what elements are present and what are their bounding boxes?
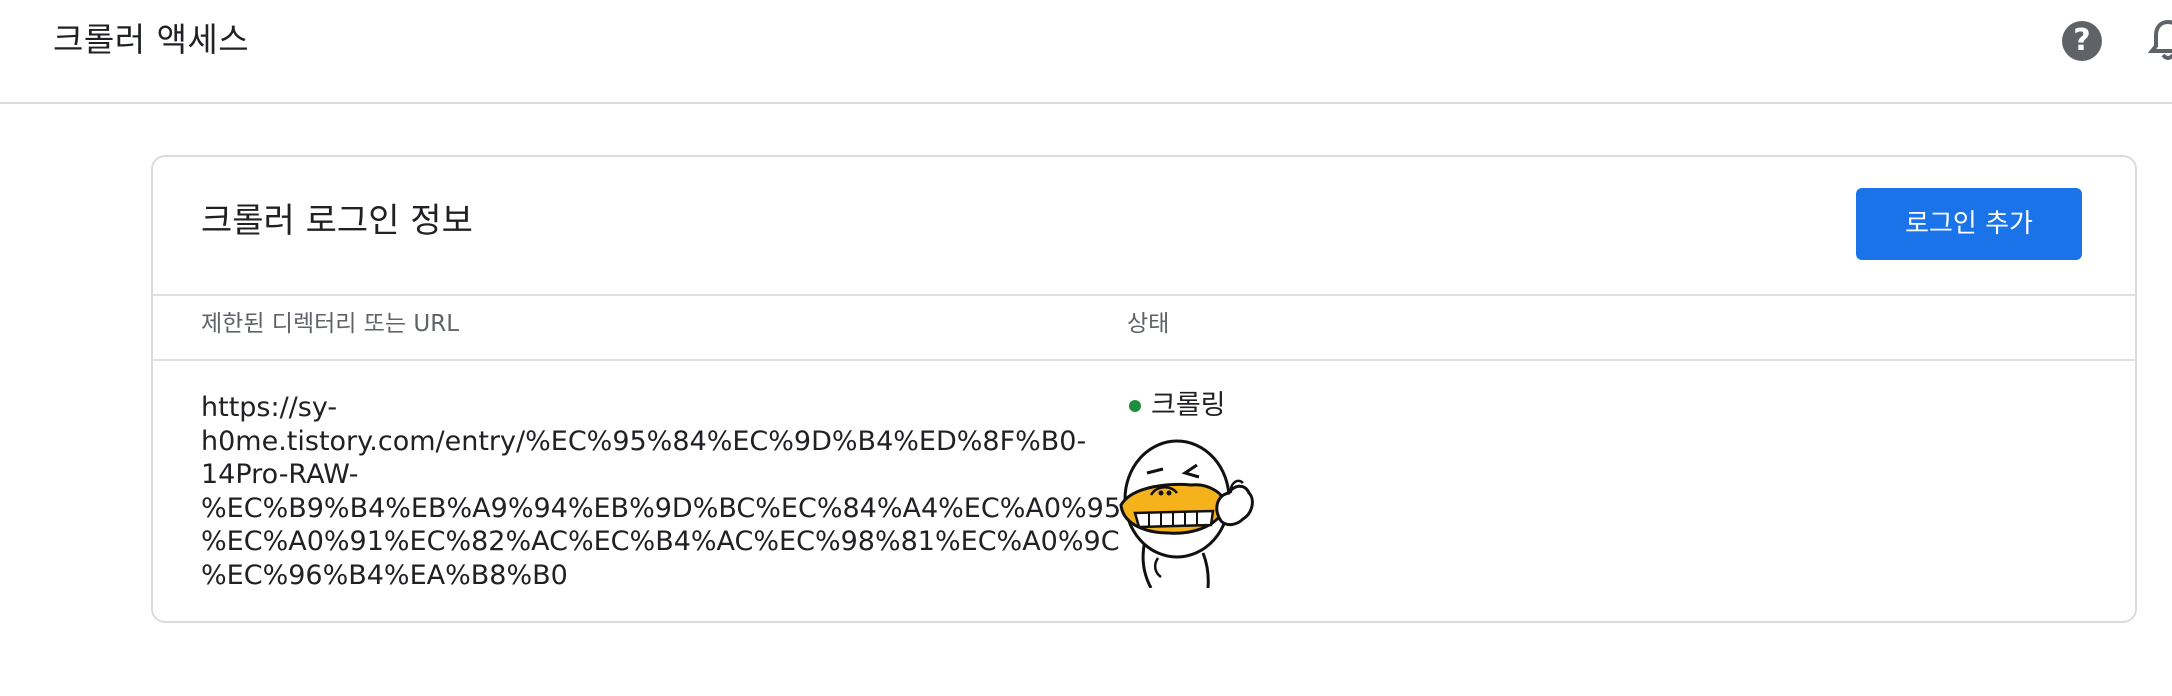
card-title: 크롤러 로그인 정보: [201, 201, 473, 241]
divider: [153, 359, 2135, 361]
status-dot-icon: [1129, 400, 1141, 412]
top-app-bar: 크롤러 액세스 ?: [0, 0, 2172, 104]
bell-icon[interactable]: [2148, 18, 2172, 62]
crawler-login-card: 크롤러 로그인 정보 로그인 추가 제한된 디렉터리 또는 URL 상태 htt…: [151, 155, 2137, 623]
help-icon[interactable]: ?: [2062, 21, 2102, 61]
column-header-url: 제한된 디렉터리 또는 URL: [201, 311, 460, 337]
restricted-url: https://sy- h0me.tistory.com/entry/%EC%9…: [201, 392, 1131, 591]
sticker-duck-thumbs-up-icon: [1119, 439, 1254, 588]
divider: [153, 294, 2135, 296]
status-cell: 크롤링: [1129, 389, 1226, 423]
page-title: 크롤러 액세스: [53, 20, 250, 59]
add-login-button[interactable]: 로그인 추가: [1856, 188, 2082, 260]
column-header-status: 상태: [1127, 311, 1170, 337]
status-label: 크롤링: [1151, 390, 1226, 421]
